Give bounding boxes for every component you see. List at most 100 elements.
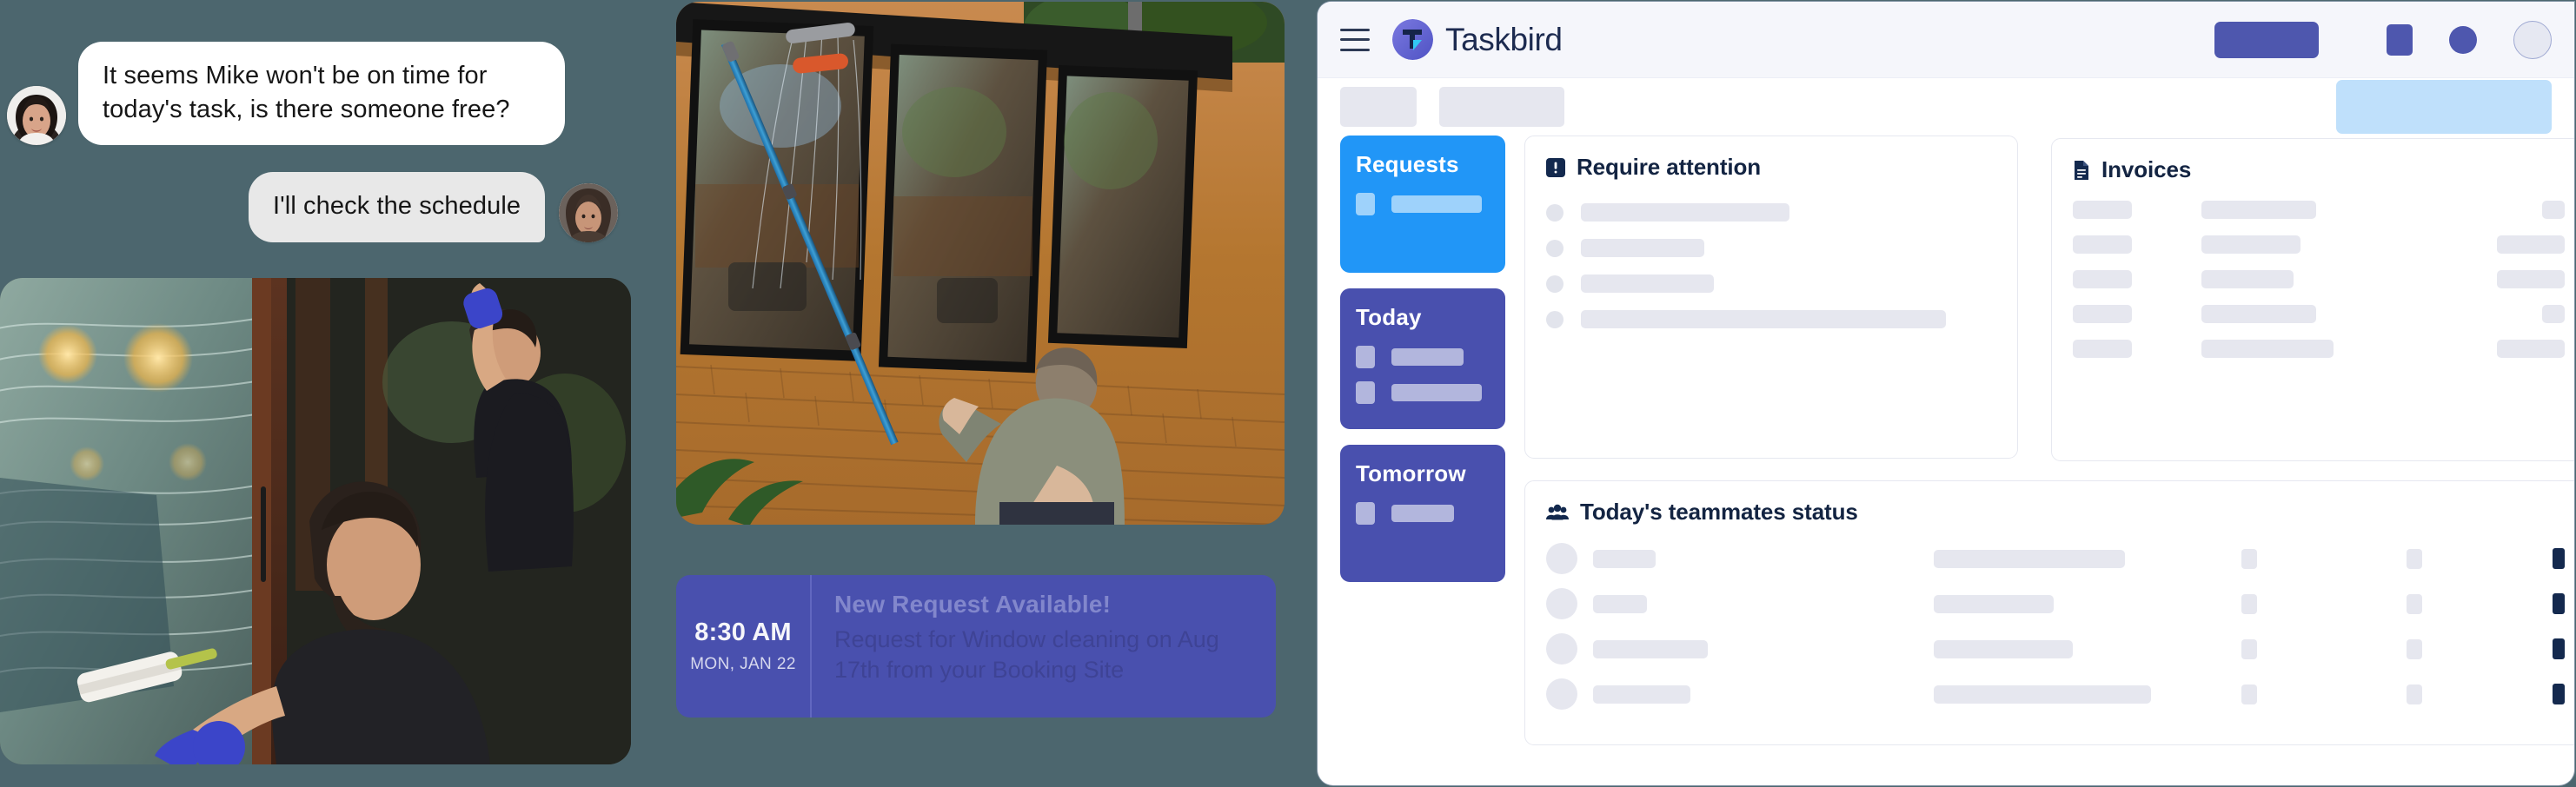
item-thumb-skeleton	[1356, 346, 1375, 368]
chat-message-incoming: It seems Mike won't be on time for today…	[7, 42, 565, 146]
teammate-action-marker[interactable]	[2553, 593, 2565, 614]
page-title-skeleton	[1439, 87, 1564, 127]
teammate-name-skeleton	[1593, 684, 1690, 704]
item-thumb-skeleton	[1356, 502, 1375, 525]
highlighted-action-button[interactable]	[2336, 80, 2552, 134]
teammate-task-skeleton	[1934, 549, 2125, 568]
invoice-id-skeleton	[2073, 201, 2132, 219]
card-header: Invoices	[2073, 156, 2565, 183]
sidebar-card-title: Tomorrow	[1356, 460, 1466, 486]
item-text-skeleton	[1581, 310, 1946, 328]
item-thumb-skeleton	[1356, 193, 1375, 215]
sidebar-card-requests[interactable]: Requests	[1340, 136, 1505, 273]
invoice-client-skeleton	[2201, 340, 2334, 358]
status-dot-skeleton	[1546, 239, 1564, 257]
item-label-skeleton	[1391, 384, 1482, 401]
invoice-id-skeleton	[2073, 305, 2132, 323]
invoice-amount-skeleton	[2542, 201, 2565, 219]
user-avatar-button[interactable]	[2513, 20, 2552, 59]
teammate-status-skeleton	[2241, 684, 2257, 704]
table-row	[1546, 588, 2565, 619]
primary-action-button[interactable]	[2214, 21, 2319, 58]
item-label-skeleton	[1391, 195, 1482, 213]
invoice-id-skeleton	[2073, 270, 2132, 288]
list-item	[1546, 239, 1996, 257]
invoices-card: Invoices	[2051, 138, 2574, 461]
status-dot-skeleton	[1546, 274, 1564, 293]
table-row	[2073, 201, 2565, 219]
people-icon	[1546, 504, 1569, 521]
invoice-id-skeleton	[2073, 340, 2132, 358]
card-title-text: Require attention	[1577, 154, 1762, 180]
status-dot-skeleton	[1546, 310, 1564, 328]
list-item	[1546, 203, 1996, 222]
invoice-client-skeleton	[2201, 201, 2316, 219]
avatar-skeleton	[1546, 633, 1577, 665]
invoice-client-skeleton	[2201, 235, 2300, 254]
sidebar-card-title: Today	[1356, 304, 1422, 330]
notification-description: Request for Window cleaning on Aug 17th …	[834, 625, 1219, 684]
teammates-status-card: Today's teammates status	[1524, 480, 2574, 745]
table-row	[2073, 270, 2565, 288]
list-item	[1356, 502, 1490, 525]
avatar	[7, 86, 66, 146]
teammate-action-marker[interactable]	[2553, 638, 2565, 659]
item-label-skeleton	[1391, 348, 1464, 366]
sidebar-card-title: Requests	[1356, 151, 1459, 177]
app-subbar	[1318, 78, 2574, 136]
notification-timestamp: 8:30 AM MON, JAN 22	[676, 575, 812, 718]
hamburger-icon[interactable]	[1340, 28, 1370, 51]
invoice-amount-skeleton	[2497, 235, 2565, 254]
card-title-text: Today's teammates status	[1580, 499, 1858, 525]
list-item	[1356, 381, 1490, 404]
chat-bubble-text: It seems Mike won't be on time for today…	[78, 42, 565, 146]
chat-panel: It seems Mike won't be on time for today…	[0, 0, 661, 787]
teammate-meta-skeleton	[2407, 548, 2422, 569]
table-row	[2073, 235, 2565, 254]
teammates-list	[1546, 543, 2565, 710]
notification-card[interactable]: 8:30 AM MON, JAN 22 New Request Availabl…	[676, 575, 1276, 718]
avatar-skeleton	[1546, 678, 1577, 710]
teammate-status-skeleton	[2241, 638, 2257, 659]
dashboard-main: Require attention Invoices Today's teamm…	[1524, 136, 2574, 745]
teammate-action-marker[interactable]	[2553, 684, 2565, 704]
teammate-meta-skeleton	[2407, 593, 2422, 614]
teammate-status-skeleton	[2241, 593, 2257, 614]
avatar-skeleton	[1546, 588, 1577, 619]
teammate-task-skeleton	[1934, 594, 2054, 613]
sidebar-card-today[interactable]: Today	[1340, 288, 1505, 429]
table-row	[2073, 340, 2565, 358]
require-attention-card: Require attention	[1524, 136, 2018, 459]
teammate-task-skeleton	[1934, 684, 2151, 704]
item-thumb-skeleton	[1356, 381, 1375, 404]
card-header: Require attention	[1546, 154, 1996, 181]
teammate-status-skeleton	[2241, 548, 2257, 569]
sidebar-card-tomorrow[interactable]: Tomorrow	[1340, 445, 1505, 582]
dashboard-top-row: Require attention Invoices	[1524, 136, 2574, 461]
teammate-action-marker[interactable]	[2553, 548, 2565, 569]
avatar	[559, 182, 619, 242]
notification-date: MON, JAN 22	[690, 655, 796, 673]
notifications-button[interactable]	[2449, 25, 2477, 54]
invoice-client-skeleton	[2201, 305, 2316, 323]
item-text-skeleton	[1581, 274, 1714, 293]
status-dot-skeleton	[1546, 203, 1564, 222]
invoice-client-skeleton	[2201, 270, 2294, 288]
teammate-task-skeleton	[1934, 639, 2073, 658]
invoice-amount-skeleton	[2497, 340, 2565, 358]
taskbird-app-window: Taskbird Requests Today Tomorrow Require…	[1318, 2, 2574, 785]
card-title-text: Invoices	[2101, 156, 2192, 182]
table-row	[1546, 633, 2565, 665]
teammate-meta-skeleton	[2407, 638, 2422, 659]
chat-message-outgoing: I'll check the schedule	[249, 172, 619, 242]
secondary-action-button[interactable]	[2387, 23, 2413, 56]
list-item	[1356, 193, 1490, 215]
notification-time: 8:30 AM	[694, 618, 792, 646]
screenshot-root: It seems Mike won't be on time for today…	[0, 0, 2576, 787]
table-row	[2073, 305, 2565, 323]
invoice-amount-skeleton	[2542, 305, 2565, 323]
attention-list	[1546, 203, 1996, 328]
list-item	[1546, 274, 1996, 293]
list-item	[1546, 310, 1996, 328]
item-text-skeleton	[1581, 239, 1704, 257]
